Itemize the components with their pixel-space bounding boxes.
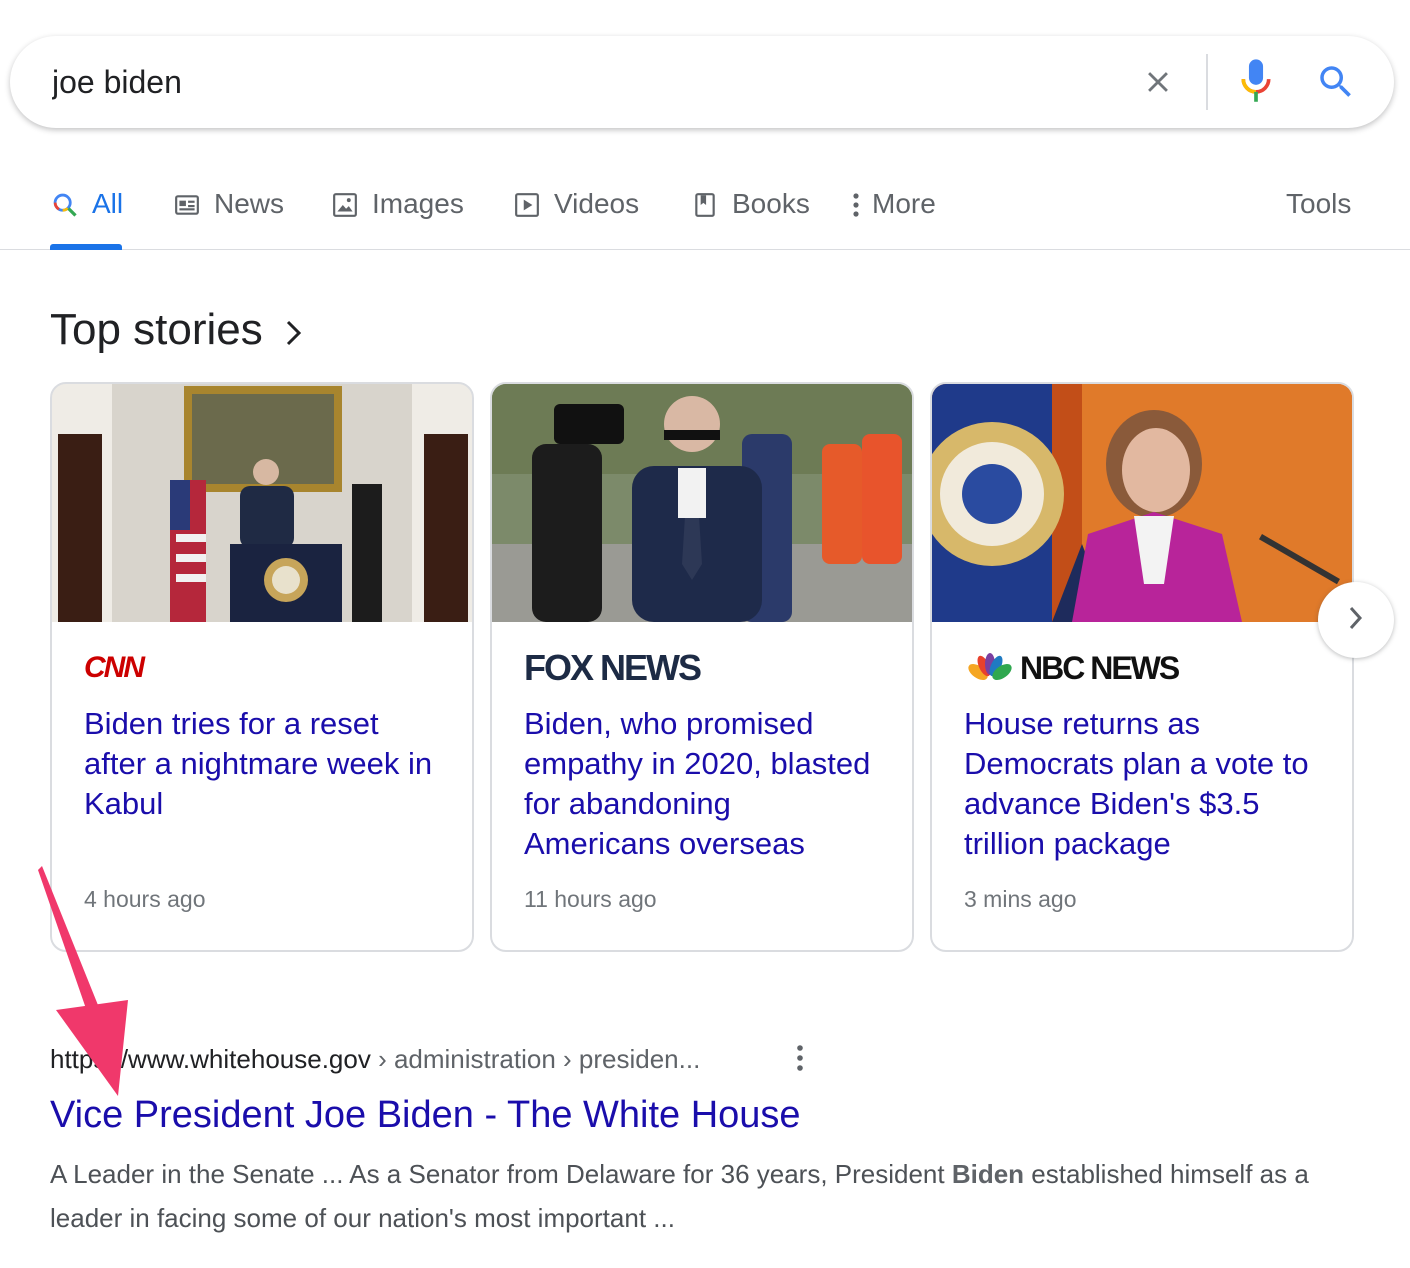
source-logo-cnn: CNN [84, 648, 145, 688]
snippet-highlight: Biden [951, 1159, 1025, 1189]
close-icon[interactable] [1136, 60, 1180, 104]
microphone-icon[interactable] [1236, 56, 1276, 108]
story-headline[interactable]: House returns as Democrats plan a vote t… [964, 704, 1324, 864]
result-url-host: https://www.whitehouse.gov [50, 1044, 371, 1074]
tab-books-label: Books [732, 188, 810, 219]
search-tabs: All News Images Videos Books More Tools [0, 180, 1410, 250]
book-icon [690, 190, 720, 220]
tab-videos[interactable]: Videos [512, 180, 639, 250]
chevron-right-icon[interactable] [285, 308, 303, 358]
news-icon [172, 190, 202, 220]
tab-images-label: Images [372, 188, 464, 219]
top-stories-header: Top stories [50, 302, 303, 358]
active-tab-indicator [50, 244, 122, 250]
video-icon [512, 190, 542, 220]
top-stories-title[interactable]: Top stories [50, 305, 263, 355]
story-headline[interactable]: Biden tries for a reset after a nightmar… [84, 704, 444, 824]
search-icon [50, 190, 80, 220]
tab-more[interactable]: More [848, 180, 936, 250]
snippet-text: A Leader in the Senate ... As a Senator … [50, 1159, 952, 1189]
more-vert-icon [848, 190, 864, 220]
story-thumbnail [932, 384, 1352, 622]
chevron-right-icon [1348, 605, 1364, 636]
story-card[interactable]: CNN Biden tries for a reset after a nigh… [50, 382, 474, 952]
search-divider [1206, 54, 1208, 110]
nbc-peacock-icon [968, 653, 1012, 680]
story-headline[interactable]: Biden, who promised empathy in 2020, bla… [524, 704, 884, 864]
image-icon [330, 190, 360, 220]
result-snippet: A Leader in the Senate ... As a Senator … [50, 1152, 1310, 1240]
search-input[interactable] [52, 60, 1092, 104]
search-bar [10, 36, 1394, 128]
tab-more-label: More [872, 188, 936, 219]
story-card[interactable]: FOX NEWS Biden, who promised empathy in … [490, 382, 914, 952]
tab-books[interactable]: Books [690, 180, 810, 250]
tab-all[interactable]: All [50, 180, 123, 250]
story-card[interactable]: NBC NEWS House returns as Democrats plan… [930, 382, 1354, 952]
story-thumbnail [52, 384, 472, 622]
search-icon[interactable] [1312, 58, 1360, 106]
tab-tools[interactable]: Tools [1286, 180, 1351, 250]
tab-tools-label: Tools [1286, 188, 1352, 219]
source-name: CNN [84, 651, 145, 684]
tab-videos-label: Videos [554, 188, 640, 219]
story-thumbnail [492, 384, 912, 622]
story-time: 4 hours ago [84, 886, 206, 912]
result-title-link[interactable]: Vice President Joe Biden - The White Hou… [50, 1094, 801, 1137]
tab-all-label: All [92, 188, 124, 219]
source-name: FOX NEWS [524, 647, 702, 688]
tab-images[interactable]: Images [330, 180, 464, 250]
tab-news[interactable]: News [172, 180, 284, 250]
story-time: 3 mins ago [964, 886, 1077, 912]
carousel-next-button[interactable] [1318, 582, 1394, 658]
story-time: 11 hours ago [524, 886, 657, 912]
source-name: NBC NEWS [1020, 649, 1180, 686]
source-logo-nbc-news: NBC NEWS [964, 648, 1180, 688]
source-logo-fox-news: FOX NEWS [524, 647, 702, 688]
result-url: https://www.whitehouse.gov › administrat… [50, 1044, 700, 1075]
result-url-path: › administration › presiden... [370, 1044, 701, 1074]
more-options-icon[interactable] [786, 1040, 814, 1076]
tab-news-label: News [214, 188, 285, 219]
